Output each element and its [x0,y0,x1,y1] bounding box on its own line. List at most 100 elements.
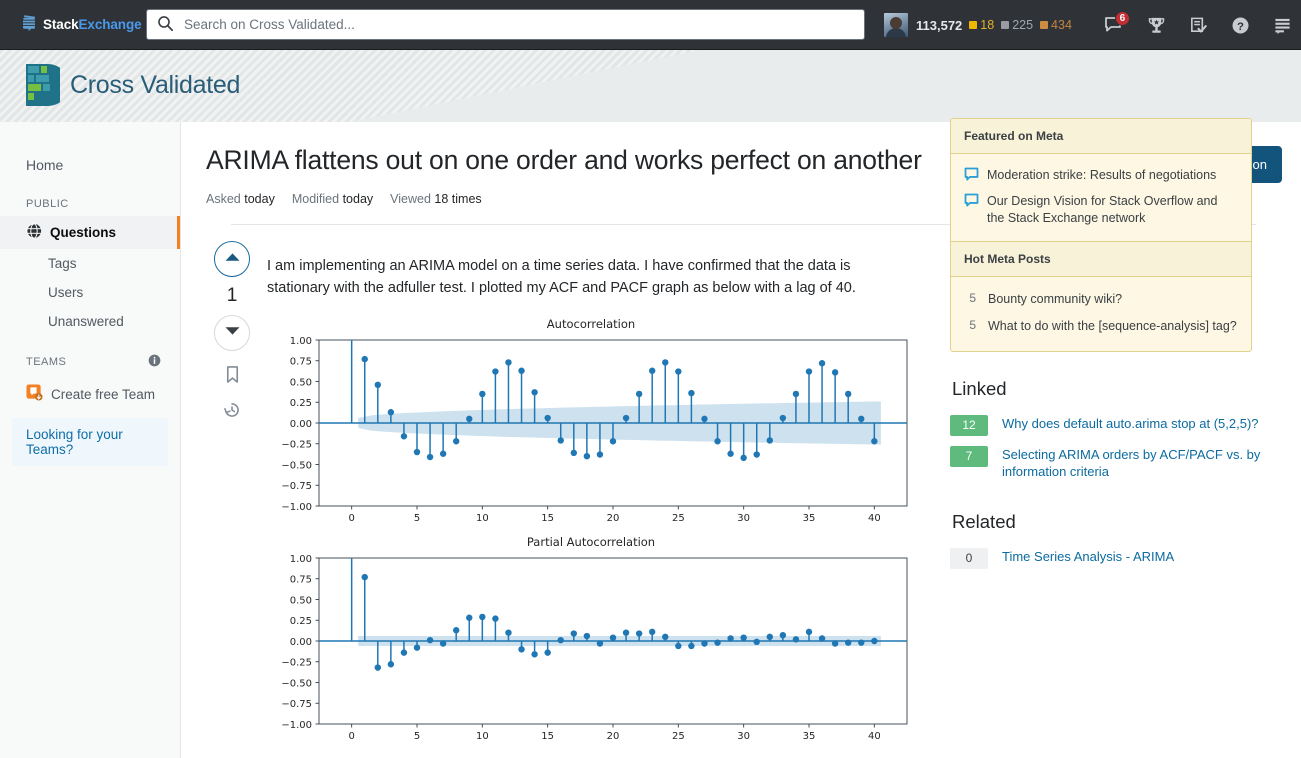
svg-text:−0.75: −0.75 [281,481,312,492]
sidebar-item-label: Looking for your Teams? [26,427,123,457]
sidebar-item-label: Questions [50,225,117,240]
cross-validated-logo[interactable]: Cross Validated [26,64,240,106]
svg-text:−0.25: −0.25 [281,658,312,669]
list-item[interactable]: Our Design Vision for Stack Overflow and… [964,189,1238,230]
svg-text:0.75: 0.75 [290,357,312,368]
list-item-label[interactable]: Why does default auto.arima stop at (5,2… [1002,415,1259,432]
svg-text:40: 40 [868,731,881,742]
create-team-icon [26,384,43,404]
sidebar-item-create-free-team[interactable]: Create free Team [0,376,180,412]
viewed-value: 18 times [434,191,482,206]
svg-text:35: 35 [803,731,816,742]
list-item[interactable]: 5 What to do with the [sequence-analysis… [964,313,1238,340]
sidebar-section-public: PUBLIC [0,180,180,216]
sidebar-item-home[interactable]: Home [0,150,180,180]
list-item[interactable]: Moderation strike: Results of negotiatio… [964,163,1238,189]
list-item[interactable]: 12 Why does default auto.arima stop at (… [950,410,1270,441]
post-history-button[interactable] [223,401,241,422]
svg-text:−0.75: −0.75 [281,699,312,710]
achievements-button[interactable] [1140,8,1173,43]
inbox-badge-count: 6 [1114,10,1130,26]
svg-text:10: 10 [476,513,489,524]
list-item-label: Bounty community wiki? [988,292,1123,307]
help-button[interactable]: ? [1224,8,1257,43]
svg-text:0.50: 0.50 [290,595,312,606]
bronze-badge-group[interactable]: 434 [1040,18,1072,32]
viewed-label: Viewed [390,191,431,206]
hot-meta-posts-header: Hot Meta Posts [951,242,1251,278]
stack-exchange-logo[interactable]: StackExchange [22,15,142,34]
svg-text:−0.50: −0.50 [281,460,312,471]
site-name: Cross Validated [70,70,241,99]
svg-text:35: 35 [803,513,816,524]
related-section-title: Related [952,511,1016,532]
sidebar-item-tags[interactable]: Tags [0,249,180,278]
partial-autocorrelation-plot: Partial Autocorrelation −1.00 −0.75 −0.50 −0… [281,535,908,742]
svg-text:30: 30 [737,731,750,742]
speech-bubble-icon [964,193,979,226]
sidebar-item-unanswered[interactable]: Unanswered [0,307,180,336]
reputation-count[interactable]: 113,572 [916,18,962,33]
svg-text:15: 15 [541,513,554,524]
svg-text:0.25: 0.25 [290,616,312,627]
avatar[interactable] [884,13,908,37]
autocorrelation-plot: Autocorrelation −1.00 −0.75 −0.50 −0.25 0.00 0… [281,317,908,524]
chevron-down-icon [224,325,241,340]
svg-text:0.75: 0.75 [290,575,312,586]
info-icon[interactable] [148,354,161,370]
svg-text:−0.25: −0.25 [281,440,312,451]
cross-validated-bricks-icon [26,64,69,106]
inbox-button[interactable]: 6 [1098,8,1131,43]
gold-badge-group[interactable]: 18 [969,18,994,32]
sidebar-section-teams: TEAMS [0,336,180,376]
list-item[interactable]: 0 Time Series Analysis - ARIMA [950,543,1270,574]
chevron-up-icon [224,251,241,266]
sidebar-looking-for-teams-link[interactable]: Looking for your Teams? [12,418,168,466]
svg-text:15: 15 [541,731,554,742]
list-item-label[interactable]: Selecting ARIMA orders by ACF/PACF vs. b… [1002,446,1270,480]
list-item[interactable]: 7 Selecting ARIMA orders by ACF/PACF vs.… [950,441,1270,485]
search-bar[interactable] [146,9,865,40]
silver-badge-count: 225 [1012,18,1034,32]
review-queues-button[interactable] [1182,8,1215,43]
vote-score: 1 [226,284,238,306]
svg-text:1.00: 1.00 [290,554,312,565]
globe-icon [26,223,42,242]
svg-text:Partial Autocorrelation: Partial Autocorrelation [527,535,655,549]
list-item-label: Our Design Vision for Stack Overflow and… [987,194,1218,225]
acf-figure: Autocorrelation −1.00 −0.75 −0.50 −0.25 0.00 0… [267,314,915,532]
svg-text:20: 20 [607,513,620,524]
sidebar-item-questions[interactable]: Questions [0,216,180,249]
gold-badge-count: 18 [980,18,995,32]
upvote-button[interactable] [214,240,250,277]
svg-text:20: 20 [607,731,620,742]
silver-badge-group[interactable]: 225 [1001,18,1033,32]
vote-badge: 0 [950,548,988,570]
list-item[interactable]: 5 Bounty community wiki? [964,286,1238,313]
meta-box: Featured on Meta Moderation strike: Resu… [950,118,1252,352]
search-input[interactable] [182,14,832,35]
modified-value[interactable]: today [343,192,374,206]
speech-bubble-icon [964,167,979,185]
modified-meta: Modified today [292,192,373,206]
svg-text:Autocorrelation: Autocorrelation [547,317,635,331]
top-navigation-bar: StackExchange 113,572 18 225 434 [0,0,1301,50]
sidebar-item-label: Unanswered [48,314,124,329]
svg-text:0.50: 0.50 [290,377,312,388]
svg-text:0.25: 0.25 [290,398,312,409]
site-header-banner: Cross Validated [0,50,1301,122]
vote-badge: 7 [950,445,988,467]
site-switcher-button[interactable] [1266,8,1299,43]
sidebar-item-label: Users [48,285,84,300]
search-icon [157,15,174,35]
svg-text:30: 30 [737,513,750,524]
linked-section-title: Linked [952,377,1007,399]
downvote-button[interactable] [214,314,250,351]
vote-count: 5 [969,317,976,332]
bookmark-button[interactable] [224,365,241,387]
sidebar-item-users[interactable]: Users [0,278,180,307]
svg-text:?: ? [1237,20,1244,32]
stack-exchange-wordmark: StackExchange [43,17,142,32]
list-item-label[interactable]: Time Series Analysis - ARIMA [1002,548,1174,565]
svg-text:25: 25 [672,513,685,524]
